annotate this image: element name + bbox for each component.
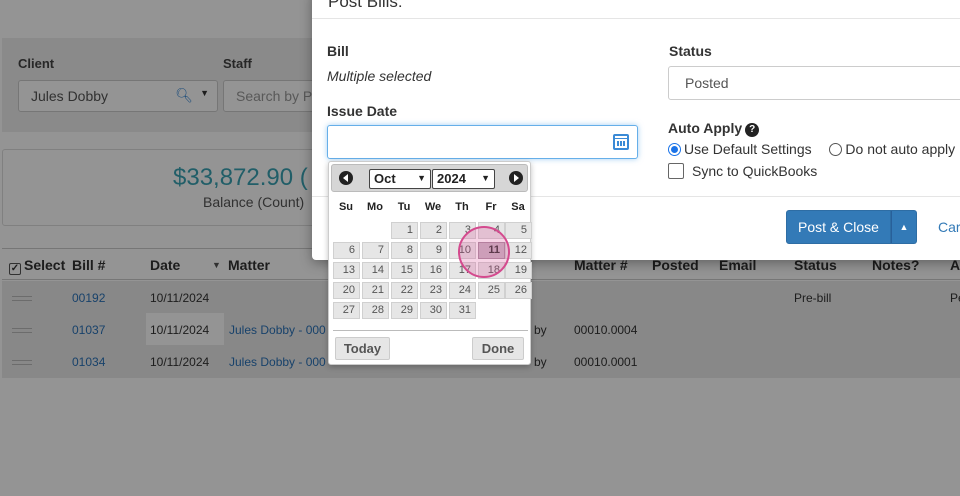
client-name: by xyxy=(534,323,547,337)
client-value: Jules Dobby xyxy=(31,88,109,104)
calendar-icon[interactable] xyxy=(613,134,629,150)
drag-handle-icon[interactable] xyxy=(12,360,32,365)
calendar-day[interactable]: 22 xyxy=(391,282,418,299)
calendar-day[interactable]: 5 xyxy=(505,222,532,239)
bill-date: 10/11/2024 xyxy=(150,355,210,369)
bill-date: 10/11/2024 xyxy=(150,291,210,305)
matter-number: 00010.0001 xyxy=(574,355,638,369)
bill-label: Bill xyxy=(327,43,349,59)
calendar-day[interactable]: 24 xyxy=(449,282,476,299)
issue-date-input[interactable] xyxy=(327,125,638,159)
calendar-day[interactable]: 1 xyxy=(391,222,418,239)
weekday-header: Mo xyxy=(367,201,383,213)
weekday-header: Sa xyxy=(511,201,525,213)
matter-link[interactable]: Jules Dobby - 000 xyxy=(229,355,326,369)
calendar-day[interactable]: 25 xyxy=(478,282,505,299)
month-select[interactable]: Oct ▼ xyxy=(369,169,431,189)
next-month-icon[interactable] xyxy=(509,171,523,185)
calendar-day[interactable]: 26 xyxy=(505,282,532,299)
sync-quickbooks-label[interactable]: Sync to QuickBooks xyxy=(692,163,817,179)
radio-do-not-apply[interactable] xyxy=(829,143,843,156)
balance-amount: $33,872.90 ( xyxy=(173,164,308,191)
auto-apply-label: Auto Apply? xyxy=(668,120,760,137)
status-select[interactable]: Posted ▼ xyxy=(668,66,960,100)
calendar-day[interactable]: 31 xyxy=(449,302,476,319)
client-select[interactable]: Jules Dobby 🔍︎ ▼ xyxy=(18,80,218,112)
help-icon[interactable]: ? xyxy=(745,123,760,137)
done-button[interactable]: Done xyxy=(472,337,524,360)
issue-date-label: Issue Date xyxy=(327,103,398,119)
sort-desc-icon[interactable]: ▼ xyxy=(212,260,221,270)
header-divider xyxy=(312,18,960,19)
datepicker-footer-divider xyxy=(333,330,528,331)
calendar-day[interactable]: 14 xyxy=(362,262,389,279)
calendar-day[interactable]: 21 xyxy=(362,282,389,299)
select-all-header[interactable]: ✓ Select xyxy=(9,257,65,275)
post-options-caret-icon[interactable]: ▲ xyxy=(891,210,917,244)
calendar-day[interactable]: 6 xyxy=(333,242,360,259)
header-bill-no[interactable]: Bill # xyxy=(72,257,105,273)
calendar-day[interactable]: 13 xyxy=(333,262,360,279)
calendar-day[interactable]: 27 xyxy=(333,302,360,319)
bill-date: 10/11/2024 xyxy=(150,323,210,337)
search-icon[interactable]: 🔍︎ xyxy=(175,87,193,104)
bill-number-link[interactable]: 00192 xyxy=(72,291,105,305)
datepicker-header: Oct ▼ 2024 ▼ xyxy=(331,164,528,192)
matter-number: 00010.0004 xyxy=(574,323,638,337)
bill-number-link[interactable]: 01037 xyxy=(72,323,105,337)
sync-quickbooks-option[interactable]: Sync to QuickBooks xyxy=(668,163,817,179)
click-indicator xyxy=(458,226,510,278)
calendar-day[interactable]: 7 xyxy=(362,242,389,259)
chevron-down-icon[interactable]: ▼ xyxy=(200,88,209,98)
calendar-day[interactable]: 16 xyxy=(420,262,447,279)
bill-extra: Pe xyxy=(950,291,960,305)
header-date[interactable]: Date xyxy=(150,257,180,273)
radio-none-label[interactable]: Do not auto apply xyxy=(845,141,955,157)
weekday-header: Fr xyxy=(485,201,497,213)
balance-summary: $33,872.90 ( Balance (Count) xyxy=(2,149,332,226)
weekday-header: Su xyxy=(338,201,354,213)
calendar-day[interactable]: 23 xyxy=(420,282,447,299)
matter-link[interactable]: Jules Dobby - 000 xyxy=(229,323,326,337)
cancel-button[interactable]: Car xyxy=(938,219,960,235)
calendar-day[interactable]: 15 xyxy=(391,262,418,279)
radio-default-settings[interactable] xyxy=(668,143,681,156)
radio-default-label[interactable]: Use Default Settings xyxy=(684,141,812,157)
bill-status: Pre-bill xyxy=(794,291,832,305)
client-label: Client xyxy=(18,56,55,71)
status-label: Status xyxy=(669,43,712,59)
balance-caption: Balance (Count) xyxy=(203,194,305,210)
weekday-header: Th xyxy=(455,201,469,213)
status-value: Posted xyxy=(685,75,729,91)
weekday-header: Tu xyxy=(397,201,411,213)
today-button[interactable]: Today xyxy=(335,337,390,360)
drag-handle-icon[interactable] xyxy=(12,296,32,301)
weekday-header: We xyxy=(424,201,442,213)
prev-month-icon[interactable] xyxy=(339,171,353,185)
calendar-day[interactable]: 2 xyxy=(420,222,447,239)
year-select[interactable]: 2024 ▼ xyxy=(432,169,495,189)
calendar-day[interactable]: 28 xyxy=(362,302,389,319)
auto-apply-options: Use Default Settings Do not auto apply xyxy=(668,141,955,157)
calendar-day[interactable]: 29 xyxy=(391,302,418,319)
post-close-button[interactable]: Post & Close xyxy=(786,210,891,244)
calendar-day[interactable]: 20 xyxy=(333,282,360,299)
staff-label: Staff xyxy=(223,56,252,71)
checkbox-icon[interactable]: ✓ xyxy=(9,263,21,275)
calendar-day[interactable]: 9 xyxy=(420,242,447,259)
chevron-down-icon: ▼ xyxy=(481,173,490,183)
drag-handle-icon[interactable] xyxy=(12,328,32,333)
modal-title: Post Bills: xyxy=(328,0,403,11)
header-matter[interactable]: Matter xyxy=(228,257,270,273)
calendar-day[interactable]: 8 xyxy=(391,242,418,259)
bill-value: Multiple selected xyxy=(327,68,432,84)
sync-quickbooks-checkbox[interactable] xyxy=(668,163,684,179)
client-name: by xyxy=(534,355,547,369)
bill-number-link[interactable]: 01034 xyxy=(72,355,105,369)
calendar-day[interactable]: 30 xyxy=(420,302,447,319)
chevron-down-icon: ▼ xyxy=(417,173,426,183)
calendar-day[interactable]: 19 xyxy=(505,262,532,279)
